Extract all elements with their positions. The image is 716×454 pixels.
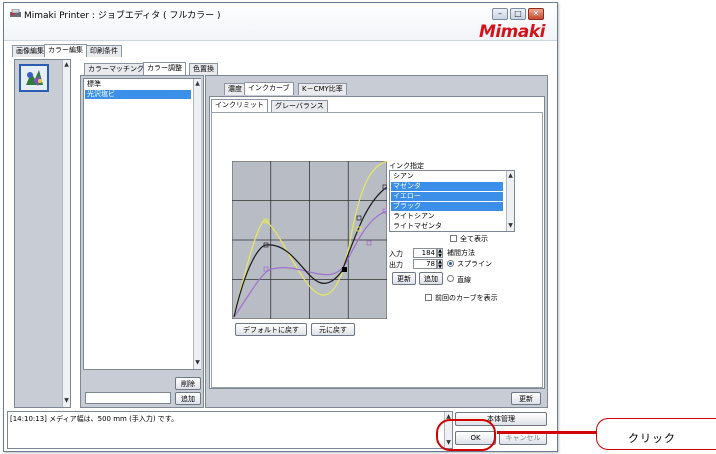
input-value-field[interactable]: 184 xyxy=(413,248,437,258)
add-profile-button[interactable]: 追加 xyxy=(175,392,201,405)
ok-highlight-ring xyxy=(436,419,496,451)
show-all-checkbox[interactable] xyxy=(450,235,457,242)
show-previous-curve-checkbox[interactable] xyxy=(425,294,432,301)
profile-list[interactable]: 標準 光沢塩ビ ▲ ▼ xyxy=(83,78,201,370)
tab-density[interactable]: 濃度 xyxy=(224,83,246,95)
tab-ink-curve[interactable]: インクカーブ xyxy=(244,82,294,95)
scroll-up-icon[interactable]: ▲ xyxy=(194,80,201,88)
tab-print-settings[interactable]: 印刷条件 xyxy=(86,45,122,57)
ink-curve-graph[interactable] xyxy=(232,161,387,319)
undo-button[interactable]: 元に戻す xyxy=(311,323,355,336)
interpolation-label: 補間方法 xyxy=(447,249,475,257)
tab-gray-balance[interactable]: グレーバランス xyxy=(271,100,328,112)
tab-color-matching[interactable]: カラーマッチング xyxy=(84,63,148,75)
profile-item-glossy-vinyl[interactable]: 光沢塩ビ xyxy=(85,90,191,99)
ink-item-black[interactable]: ブラック xyxy=(391,202,503,211)
point-update-button[interactable]: 更新 xyxy=(392,272,416,285)
point-add-button[interactable]: 追加 xyxy=(419,272,443,285)
scroll-down-icon[interactable]: ▼ xyxy=(194,359,201,367)
thumbnail-image[interactable] xyxy=(19,64,49,92)
ink-curve-content: インクリミット グレーバランス デフォルトに戻す 元に戻す インク指定 シアン … xyxy=(209,96,545,389)
window-title: Mimaki Printer : ジョブエディタ ( フルカラー ) xyxy=(24,11,221,21)
profile-item-standard[interactable]: 標準 xyxy=(85,80,191,89)
output-spinner[interactable]: ▲ ▼ xyxy=(437,259,443,270)
message-log: [14:10:13] メディア幅は、500 mm (手入力) です。 ▲ ▼ xyxy=(7,411,453,449)
input-label: 入力 xyxy=(389,250,403,258)
show-all-label: 全て表示 xyxy=(460,235,488,243)
scroll-up-icon[interactable]: ▲ xyxy=(507,172,514,180)
ink-item-light-cyan[interactable]: ライトシアン xyxy=(391,212,503,221)
linear-label: 直線 xyxy=(457,276,471,284)
printer-app-icon xyxy=(10,9,21,17)
show-previous-curve-label: 前回のカーブを表示 xyxy=(435,294,498,302)
maximize-button[interactable]: □ xyxy=(510,8,526,20)
scroll-up-icon[interactable]: ▲ xyxy=(63,61,70,69)
ink-list-scrollbar[interactable]: ▲ ▼ xyxy=(506,171,514,231)
ink-list[interactable]: シアン マゼンタ イエロー ブラック ライトシアン ライトマゼンタ ▲ ▼ xyxy=(389,170,515,232)
delete-profile-button[interactable]: 削除 xyxy=(175,377,201,390)
scroll-down-icon[interactable]: ▼ xyxy=(63,397,70,405)
profile-scrollbar[interactable]: ▲ ▼ xyxy=(193,79,201,369)
spline-label: スプライン xyxy=(457,260,492,268)
ink-item-light-magenta[interactable]: ライトマゼンタ xyxy=(391,222,503,231)
input-spinner[interactable]: ▲ ▼ xyxy=(437,248,443,259)
minimize-button[interactable]: – xyxy=(492,8,508,20)
reset-default-button[interactable]: デフォルトに戻す xyxy=(235,323,307,336)
thumbnail-panel: ▲ ▼ xyxy=(14,59,71,408)
scroll-down-icon[interactable]: ▼ xyxy=(507,222,514,230)
tab-image-edit[interactable]: 画像編集 xyxy=(12,45,48,57)
thumbnail-scrollbar[interactable]: ▲ ▼ xyxy=(62,60,70,407)
callout-text: クリック xyxy=(628,432,676,445)
spline-radio[interactable] xyxy=(447,260,454,267)
ink-item-yellow[interactable]: イエロー xyxy=(391,192,503,201)
tab-color-replace[interactable]: 色置換 xyxy=(189,63,218,75)
callout-connector xyxy=(497,431,598,434)
title-bar: Mimaki Printer : ジョブエディタ ( フルカラー ) – □ ✕… xyxy=(4,3,557,42)
tab-color-edit[interactable]: カラー編集 xyxy=(44,44,87,57)
profile-name-input[interactable] xyxy=(85,392,171,404)
output-label: 出力 xyxy=(389,261,403,269)
job-editor-window: Mimaki Printer : ジョブエディタ ( フルカラー ) – □ ✕… xyxy=(3,2,558,452)
image-thumbnail-icon xyxy=(21,66,47,90)
output-value-field[interactable]: 78 xyxy=(413,259,437,269)
tab-k-cmy-ratio[interactable]: K－CMY比率 xyxy=(298,83,347,95)
profile-panel: 標準 光沢塩ビ ▲ ▼ 削除 追加 xyxy=(80,75,204,408)
ink-item-magenta[interactable]: マゼンタ xyxy=(391,182,503,191)
tab-ink-limit[interactable]: インクリミット xyxy=(211,99,268,112)
linear-radio[interactable] xyxy=(447,275,454,282)
close-button[interactable]: ✕ xyxy=(528,8,544,20)
tab-color-adjust[interactable]: カラー調整 xyxy=(143,62,186,75)
mimaki-logo: Mimaki xyxy=(478,22,546,42)
ink-curve-panel: 濃度 インクカーブ K－CMY比率 インクリミット グレーバランス デフォルトに… xyxy=(205,75,548,408)
log-message: [14:10:13] メディア幅は、500 mm (手入力) です。 xyxy=(10,415,179,423)
ink-item-cyan[interactable]: シアン xyxy=(391,172,503,181)
refresh-button[interactable]: 更新 xyxy=(511,392,541,405)
